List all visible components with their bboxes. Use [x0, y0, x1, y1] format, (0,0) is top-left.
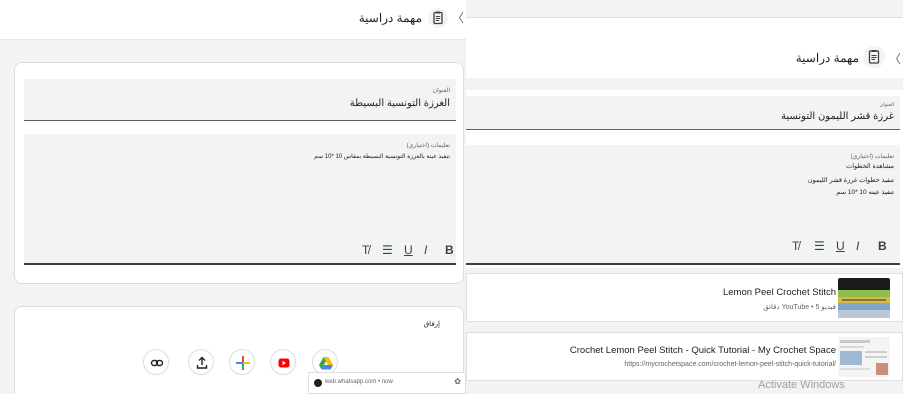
video-thumbnail — [838, 278, 890, 318]
assignment-icon — [863, 46, 885, 68]
instructions-field-label: تعليمات (اختياري) — [406, 143, 450, 149]
whatsapp-icon — [314, 379, 322, 387]
back-chevron-icon[interactable]: 〈 — [889, 50, 901, 67]
attachment-youtube[interactable]: Lemon Peel Crochet Stitch فيديو YouTube … — [466, 273, 903, 322]
instructions-line: تنفيذ خطوات غرزة قشر الليمون — [807, 177, 894, 184]
instructions-line: مشاهدة الخطوات — [846, 163, 894, 170]
left-panel: مهمة دراسية 〈 العنوان الغرزة التونسية ال… — [0, 0, 466, 394]
right-header-title: مهمة دراسية — [795, 51, 859, 65]
clear-formatting-icon[interactable]: T̸ — [792, 239, 799, 253]
attachment-link[interactable]: Crochet Lemon Peel Stitch - Quick Tutori… — [466, 332, 903, 381]
title-field-label: العنوان — [879, 102, 894, 108]
underline-icon[interactable]: U — [404, 243, 413, 257]
bulleted-list-icon[interactable]: ☰ — [382, 243, 393, 257]
attachment-title: Lemon Peel Crochet Stitch — [722, 287, 836, 298]
instructions-field[interactable]: تعليمات (اختياري) مشاهدة الخطوات تنفيذ خ… — [466, 145, 900, 265]
youtube-icon — [271, 358, 297, 380]
italic-icon[interactable]: I — [424, 243, 427, 257]
title-field[interactable]: العنوان غرزة قشر الليمون التونسية — [466, 96, 900, 130]
youtube-button[interactable] — [270, 349, 296, 375]
attachment-subtitle: فيديو YouTube • 5 دقائق — [763, 304, 836, 311]
left-header-title: مهمة دراسية — [358, 11, 422, 25]
attachment-subtitle: https://mycrochetspace.com/crochet-lemon… — [624, 361, 836, 368]
upload-button[interactable] — [188, 349, 214, 375]
create-button[interactable] — [229, 349, 255, 375]
instructions-line: تنفيذ عينه 10 *10 سم — [836, 189, 894, 196]
italic-icon[interactable]: I — [856, 239, 859, 253]
title-field-value: غرزة قشر الليمون التونسية — [781, 111, 894, 122]
activate-windows-watermark: Activate Windows — [758, 379, 845, 391]
settings-gear-icon[interactable]: ✿ — [454, 377, 461, 386]
back-chevron-icon[interactable]: 〈 — [452, 9, 464, 26]
title-field[interactable]: العنوان الغرزة التونسية البسيطة — [24, 79, 456, 121]
title-field-label: العنوان — [432, 88, 450, 94]
bold-icon[interactable]: B — [878, 239, 887, 253]
upload-icon — [189, 356, 215, 380]
browser-notification[interactable]: web.whatsapp.com • now ✿ — [308, 372, 466, 394]
link-icon — [144, 359, 170, 380]
clear-formatting-icon[interactable]: T̸ — [362, 243, 369, 257]
underline-icon[interactable]: U — [836, 239, 845, 253]
instructions-text: تنفيذ عينة بالغرزة التونسية البسيطة بمقا… — [314, 154, 450, 160]
title-field-value: الغرزة التونسية البسيطة — [349, 98, 450, 109]
instructions-field-label: تعليمات (اختياري) — [850, 154, 894, 160]
left-header-bar: مهمة دراسية 〈 — [0, 0, 466, 40]
bold-icon[interactable]: B — [445, 243, 454, 257]
assignment-icon — [428, 8, 448, 28]
notification-text: web.whatsapp.com • now — [325, 379, 393, 385]
attachment-title: Crochet Lemon Peel Stitch - Quick Tutori… — [569, 345, 836, 356]
link-button[interactable] — [143, 349, 169, 375]
bulleted-list-icon[interactable]: ☰ — [814, 239, 825, 253]
webpage-thumbnail — [838, 337, 890, 377]
right-header-bar: مهمة دراسية 〈 — [466, 18, 903, 78]
create-plus-icon — [230, 356, 256, 380]
attach-label: إرفاق — [423, 321, 440, 328]
